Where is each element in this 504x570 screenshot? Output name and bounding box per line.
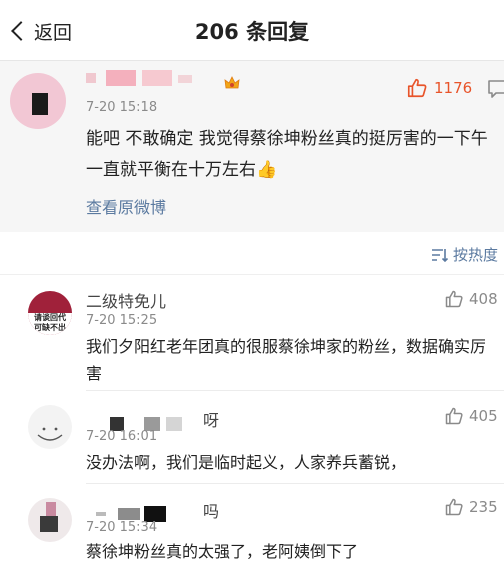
comment-text: 没办法啊，我们是临时起义，人家养兵蓄锐， xyxy=(86,453,407,472)
avatar-text: 可缺不出 xyxy=(34,323,66,332)
thumbs-up-icon xyxy=(445,290,463,308)
comment-time: 7-20 15:34 xyxy=(86,520,158,535)
view-original-link[interactable]: 查看原微博 xyxy=(86,194,166,218)
page-title: 206 条回复 xyxy=(194,20,310,44)
commenter-name[interactable]: 呀 xyxy=(203,407,219,431)
comment-time: 7-20 15:25 xyxy=(86,313,158,328)
like-count: 235 xyxy=(469,498,498,516)
thumbs-up-icon xyxy=(445,498,463,516)
comment-item: 请谈回代 可缺不出 二级特免儿 7-20 15:25 408 我们夕阳红老年团真… xyxy=(0,275,504,391)
comment-item: 呀 7-20 16:01 405 没办法啊，我们是临时起义，人家养兵蓄锐， xyxy=(0,391,504,484)
avatar-text: 请谈回代 xyxy=(34,313,66,322)
like-button[interactable]: 235 xyxy=(444,497,498,517)
avatar[interactable]: 请谈回代 可缺不出 xyxy=(28,291,72,335)
avatar[interactable] xyxy=(10,73,66,129)
thumbs-up-icon xyxy=(407,78,427,98)
commenter-name[interactable]: 吗 xyxy=(203,498,219,522)
avatar[interactable] xyxy=(28,405,72,449)
post-time: 7-20 15:18 xyxy=(86,100,158,115)
avatar[interactable] xyxy=(28,498,72,542)
sort-bar: 按热度 xyxy=(0,232,504,275)
nav-bar: 返回 206 条回复 xyxy=(0,0,504,61)
like-button[interactable]: 408 xyxy=(444,289,498,309)
like-count: 405 xyxy=(469,407,498,425)
like-button[interactable]: 1176 xyxy=(406,77,472,99)
comment-text: 蔡徐坤粉丝真的太强了，老阿姨倒下了 xyxy=(86,542,359,561)
comment-item: 吗 7-20 15:34 235 蔡徐坤粉丝真的太强了，老阿姨倒下了 xyxy=(0,484,504,570)
main-post: 7-20 15:18 1176 能吧 不敢确定 我觉得蔡徐坤粉丝真的挺厉害的一下… xyxy=(0,61,504,232)
comment-time: 7-20 16:01 xyxy=(86,429,158,444)
like-button[interactable]: 405 xyxy=(444,406,498,426)
sort-icon xyxy=(431,248,449,262)
like-count: 408 xyxy=(469,290,498,308)
thumbs-up-icon xyxy=(445,407,463,425)
like-count: 1176 xyxy=(434,79,473,97)
comment-text: 我们夕阳红老年团真的很服蔡徐坤家的粉丝，数据确实厉害 xyxy=(86,337,487,383)
username-obscured[interactable] xyxy=(86,67,222,89)
vip-badge-icon xyxy=(224,75,240,91)
comment-icon[interactable] xyxy=(487,79,504,103)
sort-button[interactable]: 按热度 xyxy=(431,244,498,265)
commenter-name[interactable]: 二级特免儿 xyxy=(86,288,166,312)
sort-label: 按热度 xyxy=(452,246,498,264)
post-text: 能吧 不敢确定 我觉得蔡徐坤粉丝真的挺厉害的一下午一直就平衡在十万左右👍 xyxy=(86,129,488,180)
